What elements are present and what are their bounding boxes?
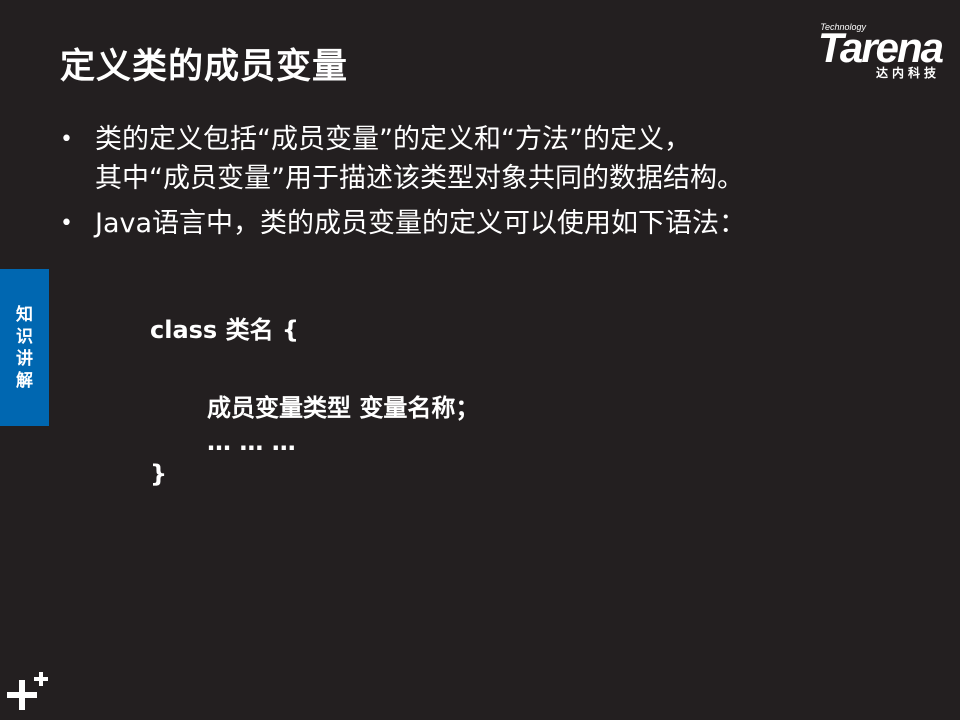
bullet-item: • 类的定义包括“成员变量”的定义和“方法”的定义， 其中“成员变量”用于描述该… — [60, 120, 746, 198]
bullet-icon: • — [60, 211, 73, 236]
slide-title: 定义类的成员变量 — [60, 47, 349, 87]
code-line-class: class 类名 { — [150, 316, 300, 344]
knowledge-tab: 知 识 讲 解 — [0, 269, 49, 426]
code-line-ellipsis: … … … — [207, 428, 296, 456]
side-tab-char: 讲 — [16, 348, 33, 369]
bullet-icon: • — [60, 127, 73, 152]
code-line-member: 成员变量类型 变量名称； — [207, 394, 480, 422]
logo-chinese: 达内科技 — [875, 66, 940, 80]
bullet-line: Java语言中，类的成员变量的定义可以使用如下语法： — [95, 208, 747, 239]
side-tab-char: 解 — [16, 370, 33, 391]
side-tab-char: 识 — [16, 326, 33, 347]
bullet-line: 其中“成员变量”用于描述该类型对象共同的数据结构。 — [95, 163, 744, 194]
bullet-line: 类的定义包括“成员变量”的定义和“方法”的定义， — [95, 124, 691, 155]
bullet-item: • Java语言中，类的成员变量的定义可以使用如下语法： — [60, 204, 746, 243]
code-line-close: } — [150, 460, 168, 488]
tarena-logo: Technology Tarena 达内科技 — [774, 20, 944, 82]
bullet-list: • 类的定义包括“成员变量”的定义和“方法”的定义， 其中“成员变量”用于描述该… — [60, 120, 746, 249]
side-tab-char: 知 — [16, 304, 33, 325]
plus-decor-icon — [7, 672, 48, 710]
